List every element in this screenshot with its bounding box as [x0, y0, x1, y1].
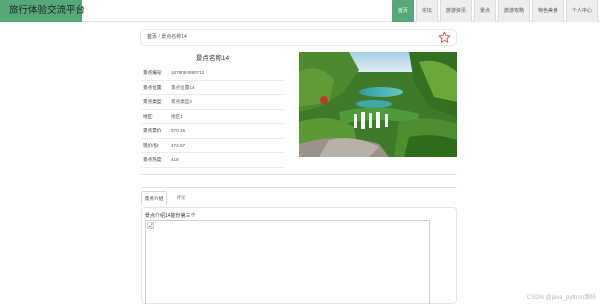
star-outline-icon[interactable] [438, 31, 451, 44]
top-navbar: 旅行体验交流平台 首页 论坛 旅游资讯 景点 旅游攻略 特色美食 个人中心 [0, 0, 600, 22]
info-value: 景点类型2 [171, 99, 192, 104]
breadcrumb-current: 景点名称14 [161, 34, 187, 40]
breadcrumb: 首页 / 景点名称14 [147, 30, 187, 45]
nav-item-local-food[interactable]: 特色美食 [531, 0, 564, 22]
info-value: 670.15 [171, 128, 186, 133]
breadcrumb-bar: 首页 / 景点名称14 [140, 29, 457, 46]
info-label: 景点票价: [143, 128, 163, 133]
attraction-title: 景点名称14 [195, 55, 230, 62]
nav-item-travel-guides[interactable]: 旅游攻略 [497, 0, 530, 22]
main-nav: 首页 论坛 旅游资讯 景点 旅游攻略 特色美食 个人中心 [390, 0, 598, 22]
info-label: 现价/份: [143, 142, 160, 148]
tab-attraction-intro[interactable]: 景点介绍 [141, 191, 167, 205]
description-text: 景点介绍14能份第三个 [145, 213, 196, 219]
attraction-info: 景点名称14 景点编号: 1678084990712 景点位置: 景点位置14 … [141, 52, 284, 168]
info-row-location: 景点位置: 景点位置14 [141, 81, 284, 95]
watermark: CSDN @java_python源码 [526, 295, 596, 301]
site-title[interactable]: 旅行体验交流平台 [0, 0, 85, 22]
info-value: 472.67 [171, 142, 186, 148]
broken-image [145, 220, 430, 304]
info-value: 地区1 [171, 113, 183, 119]
nav-item-travel-news[interactable]: 旅游资讯 [439, 0, 472, 22]
nav-item-home[interactable]: 首页 [391, 0, 414, 22]
broken-image-icon [147, 222, 154, 229]
info-label: 地区: [143, 113, 154, 119]
description-panel: 景点介绍14能份第三个 [141, 207, 457, 304]
info-row-ticket-price: 景点票价: 670.15 [141, 124, 284, 139]
nav-item-user-center[interactable]: 个人中心 [565, 0, 598, 22]
info-value: 418 [171, 157, 179, 162]
info-row-id: 景点编号: 1678084990712 [141, 66, 284, 81]
attraction-photo [299, 52, 457, 157]
nav-item-forum[interactable]: 论坛 [415, 0, 438, 22]
info-label: 景点类型: [143, 99, 163, 104]
info-row-popularity: 景点热度: 418 [141, 153, 284, 168]
info-label: 景点编号: [143, 70, 163, 75]
breadcrumb-home-link[interactable]: 首页 [147, 34, 157, 40]
info-row-type: 景点类型: 景点类型2 [141, 95, 284, 110]
detail-tabs: 景点介绍 评论 [141, 191, 457, 205]
info-row-current-price: 现价/份: 472.67 [141, 139, 284, 153]
divider [141, 187, 457, 188]
info-row-region: 地区: 地区1 [141, 110, 284, 124]
info-label: 景点位置: [143, 84, 163, 90]
tab-comments[interactable]: 评论 [171, 191, 191, 205]
info-value: 景点位置14 [171, 84, 195, 90]
info-value: 1678084990712 [171, 70, 205, 75]
nav-item-attractions[interactable]: 景点 [473, 0, 496, 22]
info-label: 景点热度: [143, 157, 163, 162]
divider [141, 174, 457, 175]
